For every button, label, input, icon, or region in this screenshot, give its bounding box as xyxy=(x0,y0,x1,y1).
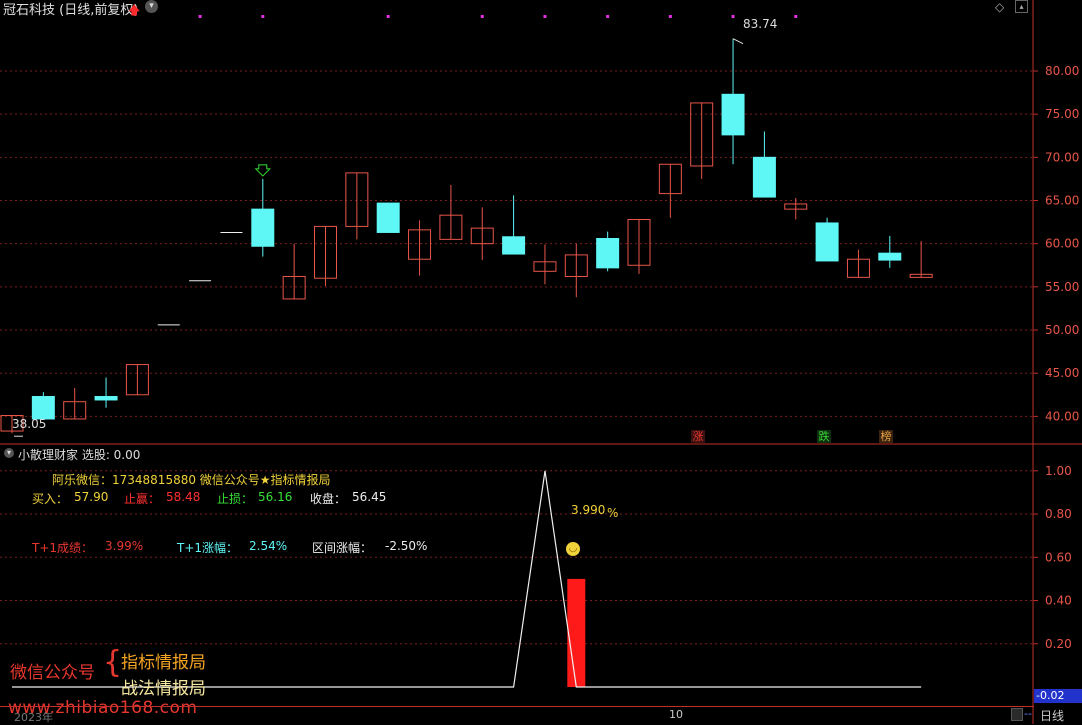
min-price-label: 38.05 xyxy=(12,417,47,431)
candle-body-3 xyxy=(94,396,118,401)
buy-label: 买入： xyxy=(32,492,69,506)
y-tick-label-40: 40.00 xyxy=(1045,409,1079,423)
month-tick-label: 10 xyxy=(669,708,683,721)
ind-y-tick-label-1: 1.00 xyxy=(1045,464,1072,478)
indicator-bar-0 xyxy=(567,578,586,688)
down-arrow-icon xyxy=(254,164,272,177)
collapse-icon[interactable]: ▴ xyxy=(1015,0,1028,13)
tp-label: 止赢： xyxy=(124,492,161,506)
top-marker-1 xyxy=(261,15,265,18)
y-tick-label-50: 50.00 xyxy=(1045,323,1079,337)
top-marker-6 xyxy=(668,15,672,18)
badge-zhang[interactable]: 涨 xyxy=(691,430,705,443)
chart-canvas[interactable]: 40.00 45.00 50.00 55.00 60.00 65.00 70.00 75.00… xyxy=(0,0,1082,724)
smiley-icon: ◡ xyxy=(566,542,580,556)
y-tick-label-75: 75.00 xyxy=(1045,107,1079,121)
candle-body-23 xyxy=(721,93,745,136)
candle-body-26 xyxy=(815,222,839,262)
range-label: 区间涨幅： xyxy=(312,541,373,555)
top-marker-4 xyxy=(543,15,547,18)
sl-value: 56.16 xyxy=(258,490,293,504)
top-marker-0 xyxy=(198,15,202,18)
candle-body-24 xyxy=(752,156,776,198)
y-tick-label-70: 70.00 xyxy=(1045,150,1079,164)
chart-title: 冠石科技 (日线,前复权) xyxy=(3,3,139,18)
ind-y-tick-label-0.4: 0.40 xyxy=(1045,594,1072,608)
t1-success-label: T+1成绩： xyxy=(32,541,94,555)
y-tick-label-80: 80.00 xyxy=(1045,64,1079,78)
watermark-right-1: 指标情报局 xyxy=(121,653,206,673)
candle-body-8 xyxy=(251,208,275,247)
dropdown-icon[interactable]: ▾ xyxy=(145,0,158,13)
range-value: -2.50% xyxy=(385,539,428,553)
badge-bang[interactable]: 榜 xyxy=(879,430,893,443)
current-value-label: -0.02 xyxy=(1034,689,1082,703)
y-tick-label-60: 60.00 xyxy=(1045,237,1079,251)
indicator-dropdown-icon[interactable]: ▾ xyxy=(4,448,14,458)
buy-value: 57.90 xyxy=(74,490,109,504)
t1-rise-value: 2.54% xyxy=(249,539,288,553)
dash-label: -- xyxy=(1024,707,1032,720)
peak-label: 3.990 xyxy=(571,503,606,517)
top-marker-5 xyxy=(606,15,610,18)
candle-body-16 xyxy=(502,236,526,255)
top-marker-3 xyxy=(480,15,484,18)
close-value: 56.45 xyxy=(352,490,387,504)
indicator-title[interactable]: 小散理财家 选股: 0.00 xyxy=(18,446,140,463)
watermark-brace: { xyxy=(103,645,123,680)
sl-label: 止损： xyxy=(217,492,254,506)
top-marker-2 xyxy=(386,15,390,18)
candle-body-1 xyxy=(31,396,55,420)
ind-y-tick-label-0.8: 0.80 xyxy=(1045,507,1072,521)
y-tick-label-45: 45.00 xyxy=(1045,366,1079,380)
ind-y-tick-label-0.2: 0.20 xyxy=(1045,637,1072,651)
y-tick-label-65: 65.00 xyxy=(1045,194,1079,208)
period-tab[interactable]: 日线 xyxy=(1040,707,1064,724)
time-axis[interactable] xyxy=(0,706,1034,725)
max-pointer xyxy=(732,38,744,45)
badge-die[interactable]: 跌 xyxy=(817,430,831,443)
wechat-line: 阿乐微信：17348815880 微信公众号★指标情报局 xyxy=(52,473,331,487)
arrow-up-icon[interactable]: 🡅 xyxy=(128,1,140,22)
scroll-left-button[interactable] xyxy=(1011,708,1023,721)
diamond-icon[interactable]: ◇ xyxy=(995,0,1004,14)
t1-rise-label: T+1涨幅： xyxy=(177,541,239,555)
t1-success-value: 3.99% xyxy=(105,539,144,553)
watermark-right-2: 战法情报局 xyxy=(121,679,206,699)
candle-body-12 xyxy=(376,202,400,233)
top-marker-7 xyxy=(731,15,735,18)
peak-unit: % xyxy=(607,506,619,520)
tp-value: 58.48 xyxy=(166,490,201,504)
top-marker-8 xyxy=(794,15,798,18)
close-label: 收盘： xyxy=(310,492,347,506)
watermark-left: 微信公众号 xyxy=(10,663,95,683)
max-price-label: 83.74 xyxy=(743,17,778,31)
y-tick-label-55: 55.00 xyxy=(1045,280,1079,294)
candle-body-19 xyxy=(596,237,620,269)
ind-y-tick-label-0.6: 0.60 xyxy=(1045,550,1072,564)
candle-body-28 xyxy=(878,252,902,261)
